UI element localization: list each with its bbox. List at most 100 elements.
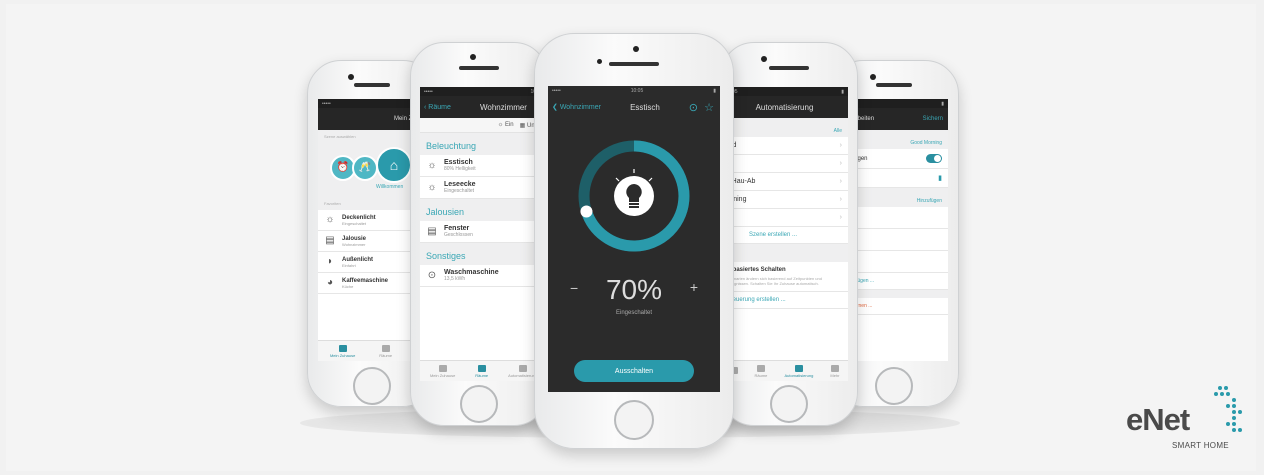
all-link[interactable]: Alle	[721, 118, 848, 137]
home-icon	[338, 344, 347, 352]
create-scene-label: Szene erstellen ...	[749, 232, 798, 238]
tab-home[interactable]: Mein Zuhause	[430, 364, 455, 378]
chevron-right-icon: ›	[839, 160, 842, 167]
tab-home[interactable]: Mein Zuhause	[330, 344, 355, 358]
nav-title: Wohnzimmer	[480, 102, 527, 112]
spacer	[721, 244, 848, 262]
create-control-link[interactable]: Steuerung erstellen ...	[721, 292, 848, 309]
status-time: 10:05	[630, 87, 644, 94]
section-blinds: Jalousien	[420, 199, 547, 221]
phone-sensor	[597, 59, 602, 64]
tab-more[interactable]: Mehr	[830, 364, 839, 378]
favorite-sub: Wohnzimmer	[342, 241, 366, 247]
scene-row[interactable]: n›	[721, 209, 848, 227]
section-lighting: Beleuchtung	[420, 133, 547, 155]
enet-logo: eNet SMART HOME	[1124, 382, 1254, 462]
chevron-right-icon: ›	[839, 214, 842, 221]
blinds-icon: ▤	[427, 225, 437, 237]
device-row[interactable]: ☼ Esstisch 80% Helligkeit	[420, 155, 547, 177]
filter-on[interactable]: ☼ Ein	[498, 122, 514, 128]
favorite-sub: Küche	[342, 283, 354, 289]
blinds-icon: ▤	[325, 235, 335, 246]
scene-button-dinner[interactable]: 🥂	[352, 155, 378, 181]
device-row[interactable]: ⊙ Waschmaschine 13,5 kWh	[420, 265, 547, 287]
device-label: Esstisch	[444, 159, 473, 166]
tab-automation[interactable]: Automatisierung	[784, 364, 814, 378]
chevron-right-icon: ›	[839, 196, 842, 203]
nav-bar: ‹ Räume Wohnzimmer	[420, 96, 547, 118]
device-row[interactable]: ☼ Leseecke Eingeschaltet	[420, 177, 547, 199]
scene-button-welcome[interactable]: ⌂	[376, 147, 412, 183]
tab-automation[interactable]: Automatisierung	[508, 364, 537, 378]
favorite-label: Außenlicht	[342, 256, 373, 263]
back-button[interactable]: ‹ Räume	[424, 104, 451, 111]
home-button[interactable]	[353, 367, 391, 405]
more-icon[interactable]: ⊙	[689, 101, 698, 114]
scene-row[interactable]: ›	[721, 155, 848, 173]
chevron-right-icon: ›	[839, 142, 842, 149]
increase-button[interactable]: +	[690, 279, 698, 295]
info-card: utbasiertes Schalten Szenarien ändern si…	[721, 262, 848, 292]
logo-brand: eNet	[1126, 402, 1190, 437]
create-control-label: Steuerung erstellen ...	[727, 297, 786, 303]
save-button[interactable]: Sichern	[923, 116, 943, 122]
tab-label: Automatisierung	[784, 372, 814, 378]
screen-automation: 10:05▮ Automatisierung Alle ind› › r-Hau…	[721, 87, 848, 381]
filter-bar: ☼ Ein ▦ Unten	[420, 118, 547, 133]
rooms-icon	[381, 344, 390, 352]
device-row[interactable]: ▤ Fenster Geschlossen	[420, 221, 547, 243]
favorite-sub: Einfahrt	[342, 262, 356, 268]
scene-row[interactable]: orning ›	[721, 191, 848, 209]
more-icon	[830, 364, 839, 372]
logo-tagline: SMART HOME	[1172, 441, 1229, 450]
device-label: Leseecke	[444, 181, 476, 188]
automation-icon	[518, 364, 527, 372]
tab-rooms[interactable]: Räume	[755, 364, 767, 378]
scene-row[interactable]: r-Hau-Ab ›	[721, 173, 848, 191]
phone-speaker	[769, 66, 809, 70]
tab-label: Räume	[475, 372, 489, 378]
back-label: Räume	[428, 103, 451, 111]
info-title: utbasiertes Schalten	[727, 267, 786, 273]
home-button[interactable]	[875, 367, 913, 405]
device-label: Fenster	[444, 225, 470, 232]
device-sub: Geschlossen	[444, 232, 473, 238]
create-scene-link[interactable]: Szene erstellen ...	[721, 227, 848, 244]
screen-dimmer: ••••• 10:05 ▮ ❮ Wohnzimmer Esstisch ⊙ ☆ − …	[548, 86, 720, 392]
tab-bar: Mein Zuhause Räume Automatisierung	[420, 360, 547, 381]
switch-off-button[interactable]: Ausschalten	[574, 360, 694, 382]
tab-rooms[interactable]: Räume	[475, 364, 489, 378]
dimmer-knob[interactable]	[580, 205, 593, 218]
nav-bar: Automatisierung	[721, 96, 848, 118]
rooms-icon	[756, 364, 765, 372]
favorite-label: Kaffeemaschine	[342, 277, 389, 284]
home-icon	[438, 364, 447, 372]
phone-room: •••••10:05 ‹ Räume Wohnzimmer ☼ Ein ▦ Un…	[410, 42, 548, 426]
home-button[interactable]	[770, 385, 808, 423]
home-button[interactable]	[614, 400, 654, 440]
lightbulb-icon: ☼	[325, 214, 335, 225]
favorite-sub: Eingeschaltet	[342, 220, 367, 226]
device-sub: Eingeschaltet	[444, 188, 475, 194]
tab-rooms[interactable]: Räume	[379, 344, 393, 358]
show-toggle[interactable]	[926, 154, 942, 163]
device-sub: 13,5 kWh	[444, 276, 466, 282]
info-text: Szenarien ändern sich basierend auf Zeit…	[727, 276, 822, 286]
star-icon[interactable]: ☆	[704, 101, 714, 114]
device-sub: 80% Helligkeit	[444, 166, 476, 172]
phone-camera	[470, 54, 476, 60]
phone-speaker	[459, 66, 499, 70]
device-label: Waschmaschine	[444, 269, 499, 276]
lightbulb-icon: ☼	[427, 181, 437, 193]
back-button[interactable]: ❮ Wohnzimmer	[552, 103, 601, 111]
section-misc: Sonstiges	[420, 243, 547, 265]
coffee-icon: ◕	[326, 277, 334, 288]
scene-row[interactable]: ind›	[721, 137, 848, 155]
phone-camera	[633, 46, 639, 52]
home-button[interactable]	[460, 385, 498, 423]
cup-icon[interactable]: ▮	[938, 174, 942, 182]
favorite-label: Deckenlicht	[342, 214, 376, 221]
tab-label: Räume	[379, 352, 393, 358]
back-label: Wohnzimmer	[559, 104, 601, 111]
dimmer-ring[interactable]	[574, 136, 694, 256]
